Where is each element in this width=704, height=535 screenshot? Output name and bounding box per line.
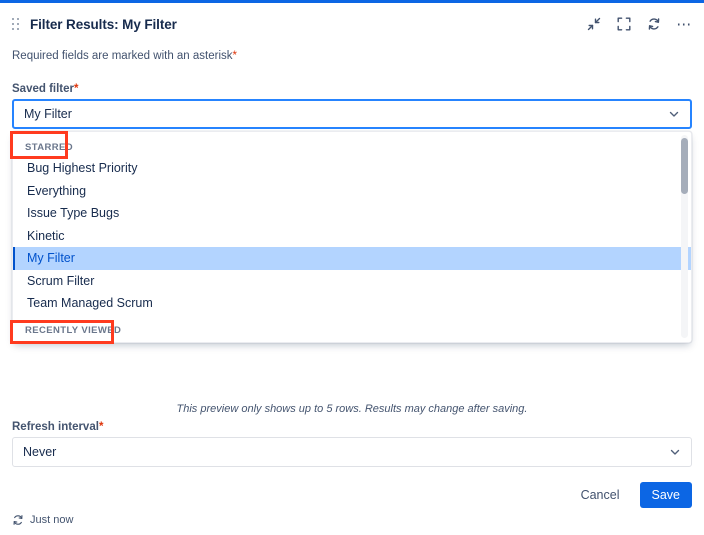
- saved-filter-select[interactable]: My Filter: [12, 99, 692, 129]
- cancel-button[interactable]: Cancel: [569, 482, 632, 508]
- dropdown-option[interactable]: Bug Highest Priority: [13, 157, 691, 180]
- chevron-down-icon: [669, 446, 681, 458]
- dropdown-option[interactable]: Team Managed Scrum: [13, 292, 691, 315]
- dropdown-group-heading: RECENTLY VIEWED: [25, 324, 122, 336]
- chevron-down-icon: [668, 108, 680, 120]
- drag-handle-icon[interactable]: [12, 16, 22, 32]
- more-icon[interactable]: ⋯: [676, 16, 692, 32]
- dropdown-option[interactable]: Kinetic: [13, 225, 691, 248]
- page-title: Filter Results: My Filter: [30, 16, 177, 32]
- required-asterisk: *: [232, 50, 238, 62]
- preview-note: This preview only shows up to 5 rows. Re…: [176, 403, 528, 415]
- save-button[interactable]: Save: [639, 482, 692, 508]
- dropdown-option[interactable]: My Filter: [13, 247, 691, 270]
- header-actions: ⋯: [586, 16, 692, 32]
- dropdown-scroll-area: STARRED Bug Highest Priority Everything Iss…: [13, 132, 691, 342]
- required-note-text: Required fields are marked with an aster…: [12, 50, 233, 62]
- dropdown-group-heading: STARRED: [25, 142, 74, 153]
- collapse-icon[interactable]: [586, 16, 602, 32]
- saved-filter-dropdown[interactable]: STARRED Bug Highest Priority Everything Iss…: [12, 131, 692, 343]
- saved-filter-value: My Filter: [24, 107, 72, 121]
- last-updated-text: Just now: [30, 514, 74, 526]
- saved-filter-label-text: Saved filter: [12, 83, 74, 95]
- dropdown-option[interactable]: Everything: [13, 180, 691, 203]
- saved-filter-required-mark: *: [74, 83, 79, 95]
- refresh-icon[interactable]: [646, 16, 662, 32]
- refresh-interval-select[interactable]: Never: [12, 437, 692, 467]
- required-fields-note: Required fields are marked with an aster…: [12, 50, 237, 62]
- refresh-interval-value: Never: [23, 445, 57, 459]
- saved-filter-label: Saved filter*: [12, 83, 78, 95]
- dialog-header: Filter Results: My Filter ⋯: [0, 3, 704, 45]
- refresh-interval-required-mark: *: [98, 421, 104, 433]
- dialog-footer-actions: Cancel Save: [569, 482, 692, 508]
- refresh-icon[interactable]: [12, 514, 24, 526]
- filter-results-dialog: Filter Results: My Filter ⋯ Required fie…: [0, 0, 704, 535]
- dropdown-scrollbar-thumb[interactable]: [681, 138, 688, 194]
- expand-icon[interactable]: [616, 16, 632, 32]
- last-updated-status: Just now: [12, 514, 73, 526]
- refresh-interval-label: Refresh interval*: [12, 421, 103, 433]
- refresh-interval-label-text: Refresh interval: [12, 421, 99, 433]
- dropdown-option[interactable]: Issue Type Bugs: [13, 202, 691, 225]
- dropdown-option[interactable]: Scrum Filter: [13, 270, 691, 293]
